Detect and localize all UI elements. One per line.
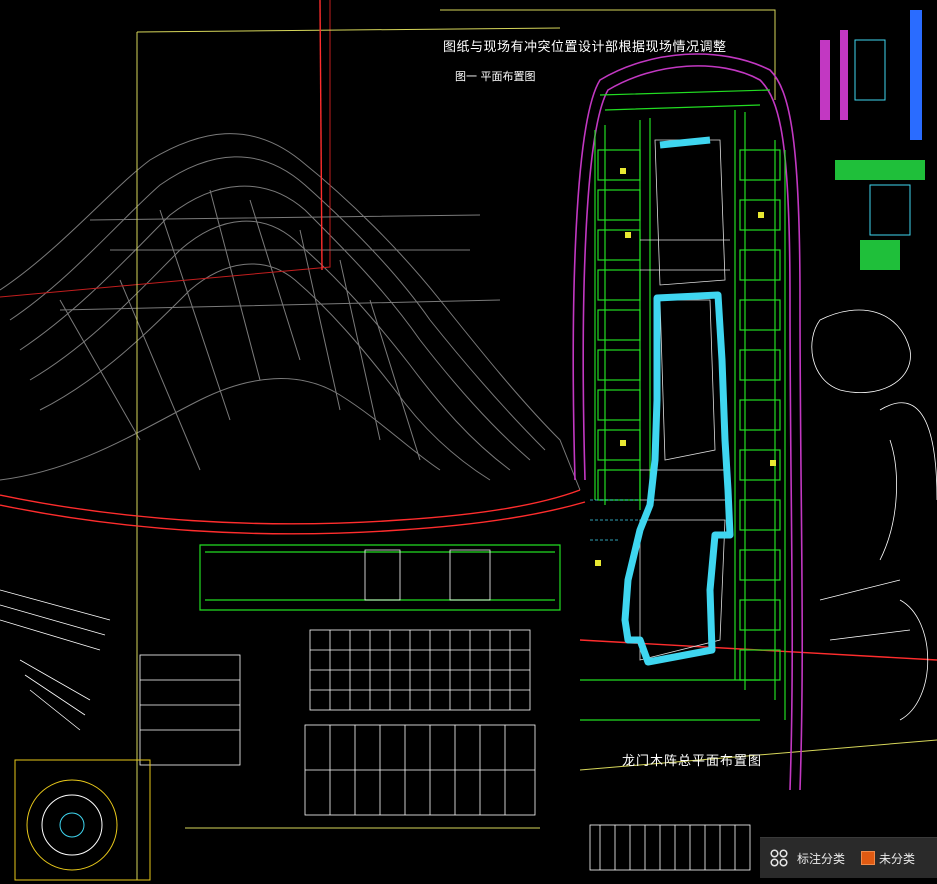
annotate-category-label: 标注分类 <box>797 851 846 866</box>
drawing-note: 图纸与现场有冲突位置设计部根据现场情况调整 <box>443 40 727 55</box>
plan-title: 龙门木阵总平面布置图 <box>622 754 763 769</box>
drawing-subtitle: 图一 平面布置图 <box>455 70 536 83</box>
uncategorized-label: 未分类 <box>879 851 916 866</box>
annotation-toolbar: 标注分类 未分类 <box>760 837 937 878</box>
four-circles-icon <box>768 847 790 869</box>
orange-swatch-icon <box>861 851 876 865</box>
uncategorized-filter-button[interactable]: 未分类 <box>853 838 923 878</box>
cad-drawing-canvas[interactable] <box>0 0 937 884</box>
annotate-category-button[interactable]: 标注分类 <box>760 838 853 878</box>
